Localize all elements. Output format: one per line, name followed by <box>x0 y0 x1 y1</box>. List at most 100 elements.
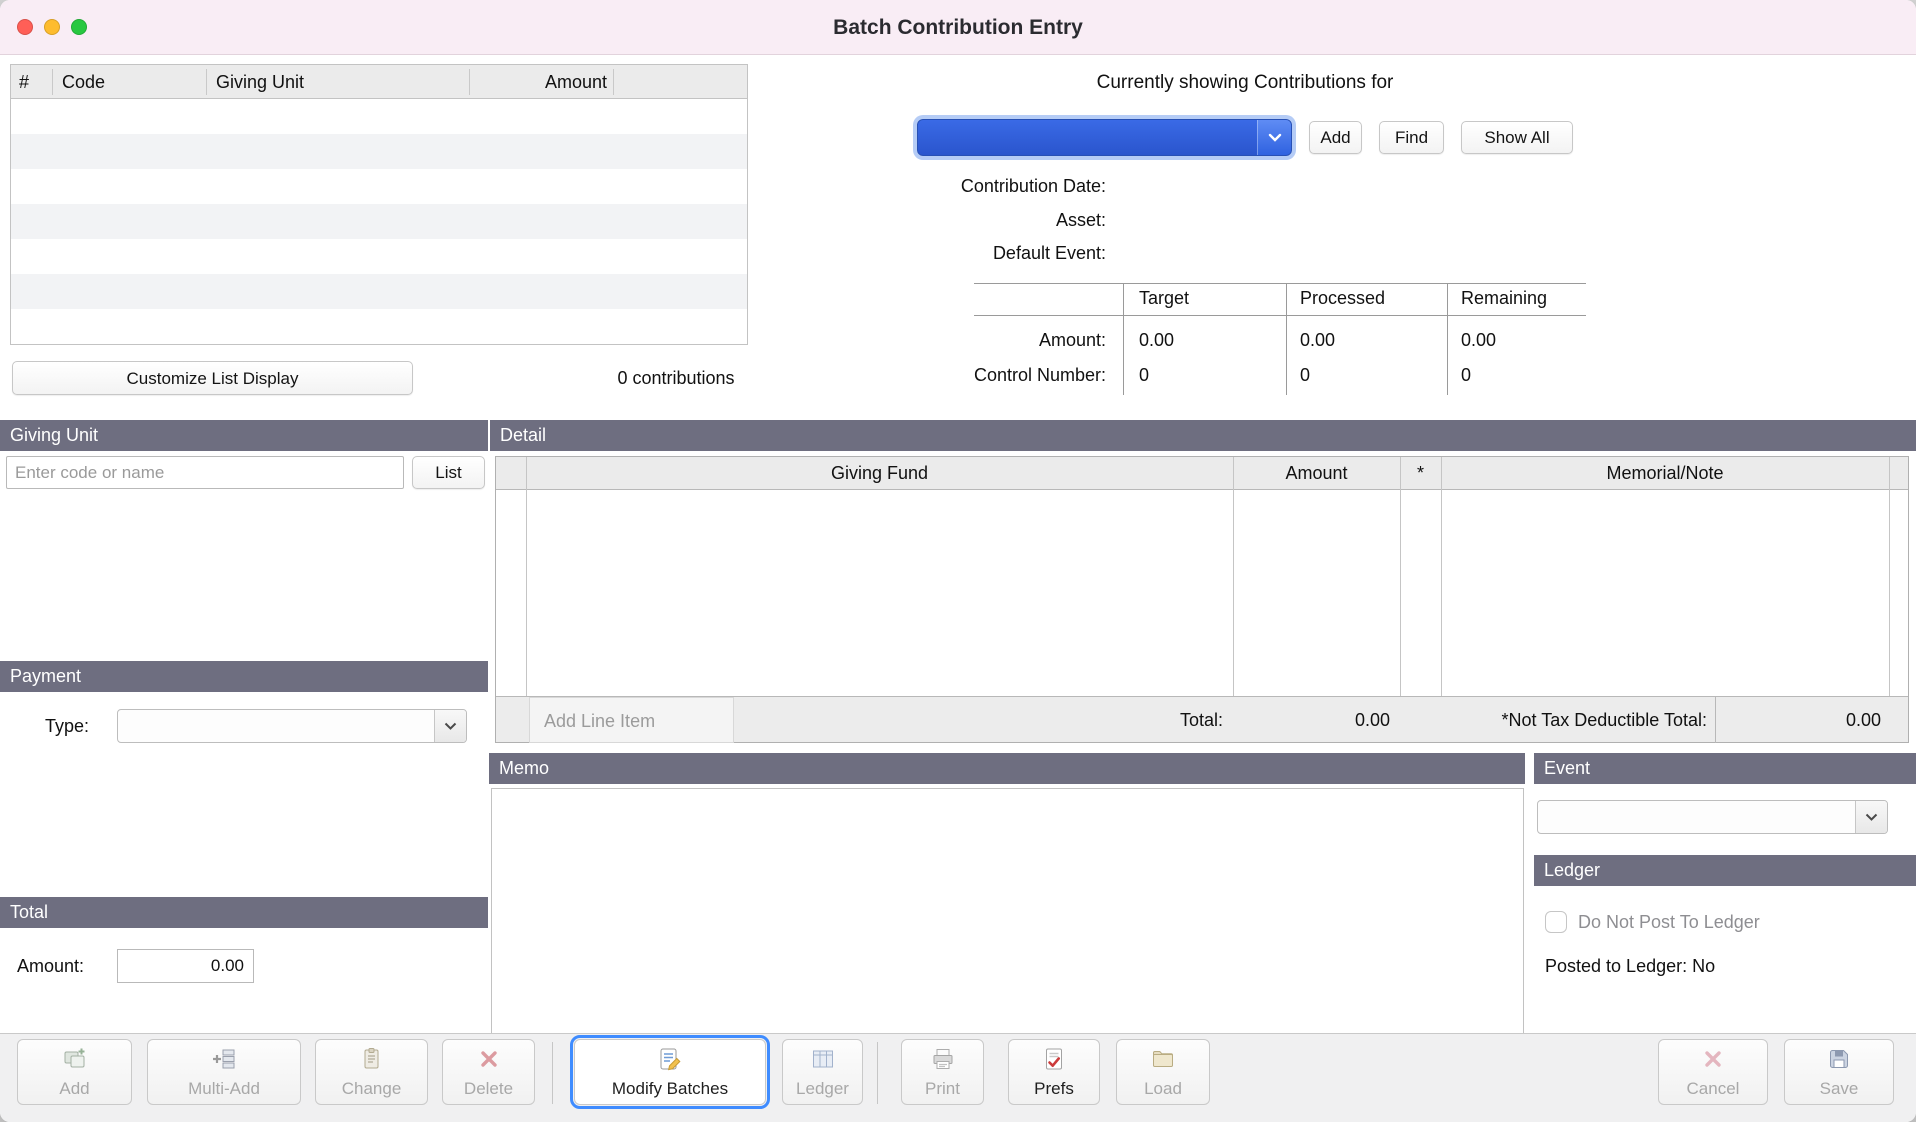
toolbar-change-button[interactable]: Change <box>315 1039 428 1105</box>
total-amount-label: Amount: <box>17 949 84 983</box>
toolbar-add-button[interactable]: Add <box>17 1039 132 1105</box>
stats-amount-target: 0.00 <box>1139 326 1174 354</box>
toolbar-delete-button[interactable]: Delete <box>442 1039 535 1105</box>
do-not-post-checkbox[interactable] <box>1545 911 1567 933</box>
stats-divider <box>1286 283 1287 395</box>
detail-section-header: Detail <box>490 420 1916 451</box>
title-bar: Batch Contribution Entry <box>0 0 1916 55</box>
column-header-giving-unit[interactable]: Giving Unit <box>216 65 304 99</box>
toolbar-prefs-label: Prefs <box>1034 1079 1074 1099</box>
toolbar-cancel-button[interactable]: Cancel <box>1658 1039 1768 1105</box>
find-batch-button[interactable]: Find <box>1379 121 1444 154</box>
stats-divider <box>974 315 1586 316</box>
toolbar-multi-add-button[interactable]: Multi-Add <box>147 1039 301 1105</box>
event-select[interactable] <box>1537 800 1888 834</box>
column-divider <box>1715 697 1716 743</box>
change-icon <box>359 1046 385 1077</box>
column-divider <box>469 69 470 95</box>
contributions-list-body <box>11 99 747 344</box>
toolbar-delete-label: Delete <box>464 1079 513 1099</box>
detail-total-label: Total: <box>1023 697 1223 743</box>
print-icon <box>930 1046 956 1077</box>
toolbar-ledger-label: Ledger <box>796 1079 849 1099</box>
batch-panel-heading: Currently showing Contributions for <box>917 72 1573 94</box>
toolbar-save-button[interactable]: Save <box>1784 1039 1894 1105</box>
toolbar-divider <box>877 1042 878 1104</box>
toolbar-print-button[interactable]: Print <box>901 1039 984 1105</box>
detail-column-asterisk[interactable]: * <box>1400 457 1441 490</box>
batch-select[interactable] <box>917 119 1292 156</box>
detail-table-header: Giving Fund Amount * Memorial/Note <box>496 457 1908 490</box>
show-all-button[interactable]: Show All <box>1461 121 1573 154</box>
toolbar-ledger-button[interactable]: Ledger <box>782 1039 863 1105</box>
toolbar-load-button[interactable]: Load <box>1116 1039 1210 1105</box>
posted-to-ledger-text: Posted to Ledger: No <box>1545 956 1715 977</box>
stats-amount-remaining: 0.00 <box>1461 326 1496 354</box>
column-header-number[interactable]: # <box>19 65 29 99</box>
column-divider <box>52 69 53 95</box>
total-section-header: Total <box>0 897 488 928</box>
toolbar-modify-batches-label: Modify Batches <box>612 1079 728 1099</box>
contribution-date-label: Contribution Date: <box>806 172 1106 200</box>
stats-col-target: Target <box>1139 288 1189 309</box>
contributions-list: # Code Giving Unit Amount <box>10 64 748 345</box>
column-divider <box>613 69 614 95</box>
ledger-icon <box>810 1046 836 1077</box>
add-line-item-button[interactable]: Add Line Item <box>529 697 734 743</box>
detail-column-amount[interactable]: Amount <box>1233 457 1400 490</box>
do-not-post-label[interactable]: Do Not Post To Ledger <box>1578 911 1760 933</box>
minimize-window-icon[interactable] <box>44 19 60 35</box>
memo-section-header: Memo <box>489 753 1525 784</box>
save-icon <box>1826 1046 1852 1077</box>
column-header-amount[interactable]: Amount <box>469 65 607 99</box>
payment-type-label: Type: <box>45 709 89 743</box>
chevron-down-icon <box>434 710 466 742</box>
memo-textarea[interactable] <box>491 788 1524 1034</box>
giving-unit-list-button[interactable]: List <box>412 456 485 489</box>
cancel-icon <box>1700 1046 1726 1077</box>
customize-list-display-button[interactable]: Customize List Display <box>12 361 413 395</box>
delete-icon <box>476 1046 502 1077</box>
stats-control-processed: 0 <box>1300 361 1310 389</box>
add-icon <box>62 1046 88 1077</box>
contributions-count: 0 contributions <box>556 361 796 395</box>
window-title: Batch Contribution Entry <box>0 0 1916 55</box>
contributions-list-header: # Code Giving Unit Amount <box>11 65 747 99</box>
toolbar-print-label: Print <box>925 1079 960 1099</box>
chevron-down-icon <box>1855 801 1887 833</box>
giving-unit-section-header: Giving Unit <box>0 420 488 451</box>
giving-unit-input[interactable] <box>6 456 404 489</box>
toolbar-cancel-label: Cancel <box>1687 1079 1740 1099</box>
toolbar-prefs-button[interactable]: Prefs <box>1008 1039 1100 1105</box>
close-window-icon[interactable] <box>17 19 33 35</box>
stats-col-processed: Processed <box>1300 288 1385 309</box>
toolbar-change-label: Change <box>342 1079 402 1099</box>
detail-column-giving-fund[interactable]: Giving Fund <box>526 457 1233 490</box>
stats-divider <box>974 283 1586 284</box>
prefs-icon <box>1041 1046 1067 1077</box>
column-header-code[interactable]: Code <box>62 65 105 99</box>
detail-totals-row: Add Line Item Total: 0.00 *Not Tax Deduc… <box>496 696 1908 742</box>
not-tax-deductible-label: *Not Tax Deductible Total: <box>1456 697 1707 743</box>
stats-amount-label: Amount: <box>806 326 1106 354</box>
toolbar-divider <box>552 1042 553 1104</box>
stats-divider <box>1447 283 1448 395</box>
total-amount-field[interactable]: 0.00 <box>117 949 254 983</box>
detail-table-body <box>496 490 1908 696</box>
zoom-window-icon[interactable] <box>71 19 87 35</box>
payment-type-select[interactable] <box>117 709 467 743</box>
stats-control-remaining: 0 <box>1461 361 1471 389</box>
event-section-header: Event <box>1534 753 1916 784</box>
detail-total-value: 0.00 <box>1233 697 1390 743</box>
toolbar-load-label: Load <box>1144 1079 1182 1099</box>
stats-amount-processed: 0.00 <box>1300 326 1335 354</box>
detail-column-memorial-note[interactable]: Memorial/Note <box>1441 457 1889 490</box>
stats-col-remaining: Remaining <box>1461 288 1547 309</box>
toolbar-modify-batches-button[interactable]: Modify Batches <box>574 1039 766 1105</box>
stats-divider <box>1123 283 1124 395</box>
toolbar-save-label: Save <box>1820 1079 1859 1099</box>
load-icon <box>1150 1046 1176 1077</box>
add-batch-button[interactable]: Add <box>1309 121 1362 154</box>
detail-table: Giving Fund Amount * Memorial/Note Add L… <box>495 456 1909 743</box>
ledger-section-header: Ledger <box>1534 855 1916 886</box>
